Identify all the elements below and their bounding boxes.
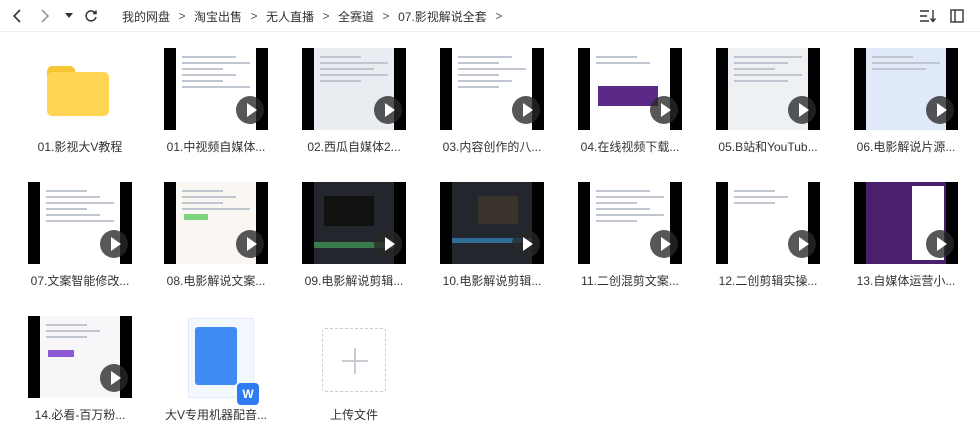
word-file-icon: W bbox=[237, 383, 259, 405]
folder-item[interactable]: 01.影视大V教程 bbox=[12, 34, 136, 159]
sort-icon bbox=[920, 10, 937, 23]
refresh-button[interactable] bbox=[80, 0, 102, 32]
layout-icon bbox=[950, 9, 964, 23]
video-thumbnail bbox=[28, 316, 132, 398]
video-thumbnail bbox=[716, 182, 820, 264]
item-label: 08.电影解说文案... bbox=[166, 274, 266, 288]
video-item[interactable]: 04.在线视频下载... bbox=[562, 34, 686, 159]
breadcrumb-unmanned-live[interactable]: 无人直播 bbox=[266, 8, 314, 25]
video-thumbnail bbox=[578, 48, 682, 130]
play-icon bbox=[788, 96, 816, 124]
breadcrumb-separator: > bbox=[178, 9, 186, 23]
folder-icon bbox=[47, 66, 109, 116]
play-icon bbox=[374, 96, 402, 124]
video-thumbnail bbox=[854, 48, 958, 130]
breadcrumb-separator: > bbox=[322, 9, 330, 23]
view-tools bbox=[918, 0, 966, 32]
breadcrumb-all-tracks[interactable]: 全赛道 bbox=[338, 8, 374, 25]
file-grid: 01.影视大V教程 01.中视频自媒体... 02.西瓜自媒体2... 03.内… bbox=[0, 34, 980, 445]
video-item[interactable]: 03.内容创作的八... bbox=[424, 34, 548, 159]
video-item[interactable]: 09.电影解说剪辑... bbox=[286, 168, 410, 293]
video-item[interactable]: 14.必看-百万粉... bbox=[12, 302, 136, 427]
video-item[interactable]: 02.西瓜自媒体2... bbox=[286, 34, 410, 159]
video-thumbnail bbox=[302, 48, 406, 130]
item-label: 04.在线视频下载... bbox=[580, 140, 680, 154]
video-thumbnail bbox=[578, 182, 682, 264]
video-thumbnail bbox=[164, 48, 268, 130]
play-icon bbox=[236, 230, 264, 258]
layout-button[interactable] bbox=[948, 0, 966, 32]
item-label: 12.二创剪辑实操... bbox=[718, 274, 818, 288]
forward-button[interactable] bbox=[34, 0, 56, 32]
breadcrumb-separator: > bbox=[250, 9, 258, 23]
item-label: 14.必看-百万粉... bbox=[34, 408, 126, 422]
document-item[interactable]: W 大V专用机器配音... bbox=[148, 302, 272, 427]
play-icon bbox=[650, 96, 678, 124]
video-thumbnail bbox=[440, 48, 544, 130]
play-icon bbox=[926, 96, 954, 124]
upload-item[interactable]: 上传文件 bbox=[286, 302, 410, 427]
item-label: 01.中视频自媒体... bbox=[166, 140, 266, 154]
back-button[interactable] bbox=[6, 0, 28, 32]
video-thumbnail bbox=[302, 182, 406, 264]
video-item[interactable]: 01.中视频自媒体... bbox=[148, 34, 272, 159]
item-label: 11.二创混剪文案... bbox=[581, 274, 679, 288]
item-label: 07.文案智能修改... bbox=[30, 274, 130, 288]
play-icon bbox=[100, 230, 128, 258]
play-icon bbox=[926, 230, 954, 258]
video-item[interactable]: 08.电影解说文案... bbox=[148, 168, 272, 293]
breadcrumb: 我的网盘 > 淘宝出售 > 无人直播 > 全赛道 > 07.影视解说全套 > bbox=[122, 0, 511, 32]
video-thumbnail bbox=[854, 182, 958, 264]
caret-down-icon bbox=[65, 13, 73, 18]
document-preview: W bbox=[188, 318, 259, 405]
sort-button[interactable] bbox=[918, 0, 938, 32]
play-icon bbox=[788, 230, 816, 258]
item-label: 10.电影解说剪辑... bbox=[442, 274, 542, 288]
video-thumbnail bbox=[28, 182, 132, 264]
video-item[interactable]: 06.电影解说片源... bbox=[838, 34, 962, 159]
video-item[interactable]: 05.B站和YouTub... bbox=[700, 34, 824, 159]
play-icon bbox=[512, 96, 540, 124]
chevron-right-icon bbox=[41, 9, 50, 23]
history-dropdown[interactable] bbox=[62, 0, 76, 32]
video-thumbnail bbox=[164, 182, 268, 264]
breadcrumb-separator: > bbox=[495, 9, 503, 23]
item-label: 大V专用机器配音... bbox=[164, 408, 267, 422]
play-icon bbox=[100, 364, 128, 392]
chevron-left-icon bbox=[12, 9, 21, 23]
breadcrumb-my-drive[interactable]: 我的网盘 bbox=[122, 8, 170, 25]
video-thumbnail bbox=[716, 48, 820, 130]
video-item[interactable]: 07.文案智能修改... bbox=[12, 168, 136, 293]
plus-icon[interactable] bbox=[322, 328, 386, 392]
breadcrumb-current-folder[interactable]: 07.影视解说全套 bbox=[398, 8, 487, 25]
item-label: 09.电影解说剪辑... bbox=[304, 274, 404, 288]
video-item[interactable]: 12.二创剪辑实操... bbox=[700, 168, 824, 293]
video-item[interactable]: 13.自媒体运营小... bbox=[838, 168, 962, 293]
toolbar: 我的网盘 > 淘宝出售 > 无人直播 > 全赛道 > 07.影视解说全套 > bbox=[0, 0, 980, 32]
item-label: 05.B站和YouTub... bbox=[718, 140, 818, 154]
play-icon bbox=[236, 96, 264, 124]
play-icon bbox=[512, 230, 540, 258]
item-label: 13.自媒体运营小... bbox=[856, 274, 956, 288]
video-item[interactable]: 10.电影解说剪辑... bbox=[424, 168, 548, 293]
breadcrumb-separator: > bbox=[382, 9, 390, 23]
video-item[interactable]: 11.二创混剪文案... bbox=[562, 168, 686, 293]
play-icon bbox=[650, 230, 678, 258]
breadcrumb-taobao-sale[interactable]: 淘宝出售 bbox=[194, 8, 242, 25]
item-label: 上传文件 bbox=[329, 408, 378, 422]
item-label: 03.内容创作的八... bbox=[442, 140, 542, 154]
refresh-icon bbox=[85, 10, 97, 22]
item-label: 02.西瓜自媒体2... bbox=[307, 140, 401, 154]
play-icon bbox=[374, 230, 402, 258]
item-label: 01.影视大V教程 bbox=[37, 140, 123, 154]
video-thumbnail bbox=[440, 182, 544, 264]
item-label: 06.电影解说片源... bbox=[856, 140, 956, 154]
